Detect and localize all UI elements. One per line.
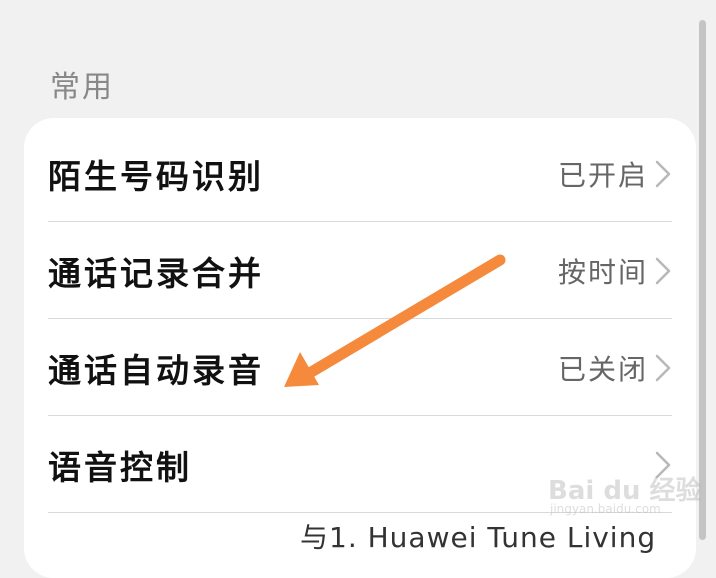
- setting-row-merge-call-logs[interactable]: 通话记录合并 按时间: [48, 223, 672, 319]
- baidu-jingyan-watermark: Bai du 经验 jingyan.baidu.com: [548, 462, 702, 522]
- setting-right: 按时间: [558, 251, 672, 291]
- chevron-right-icon: [655, 257, 671, 285]
- watermark-url: jingyan.baidu.com: [550, 502, 661, 516]
- row-divider: [48, 221, 672, 222]
- setting-title: 陌生号码识别: [48, 157, 264, 196]
- setting-row-unknown-number-identification[interactable]: 陌生号码识别 已开启: [48, 126, 672, 222]
- setting-title: 通话记录合并: [48, 254, 264, 293]
- setting-value: 已开启: [557, 159, 648, 192]
- overlay-caption: 与1. Huawei Tune Living: [300, 521, 657, 554]
- setting-title: 通话自动录音: [48, 351, 264, 390]
- section-header-common: 常用: [50, 70, 114, 105]
- setting-right: 已开启: [558, 154, 672, 194]
- setting-value: 按时间: [557, 256, 648, 289]
- chevron-right-icon: [655, 354, 671, 382]
- setting-row-auto-record-calls[interactable]: 通话自动录音 已关闭: [48, 320, 672, 416]
- chevron-right-icon: [655, 160, 671, 188]
- row-divider: [48, 415, 672, 416]
- setting-value: 已关闭: [557, 353, 648, 386]
- setting-title: 语音控制: [48, 448, 192, 487]
- row-divider: [48, 318, 672, 319]
- scrollbar[interactable]: [699, 20, 706, 540]
- setting-right: 已关闭: [558, 348, 672, 388]
